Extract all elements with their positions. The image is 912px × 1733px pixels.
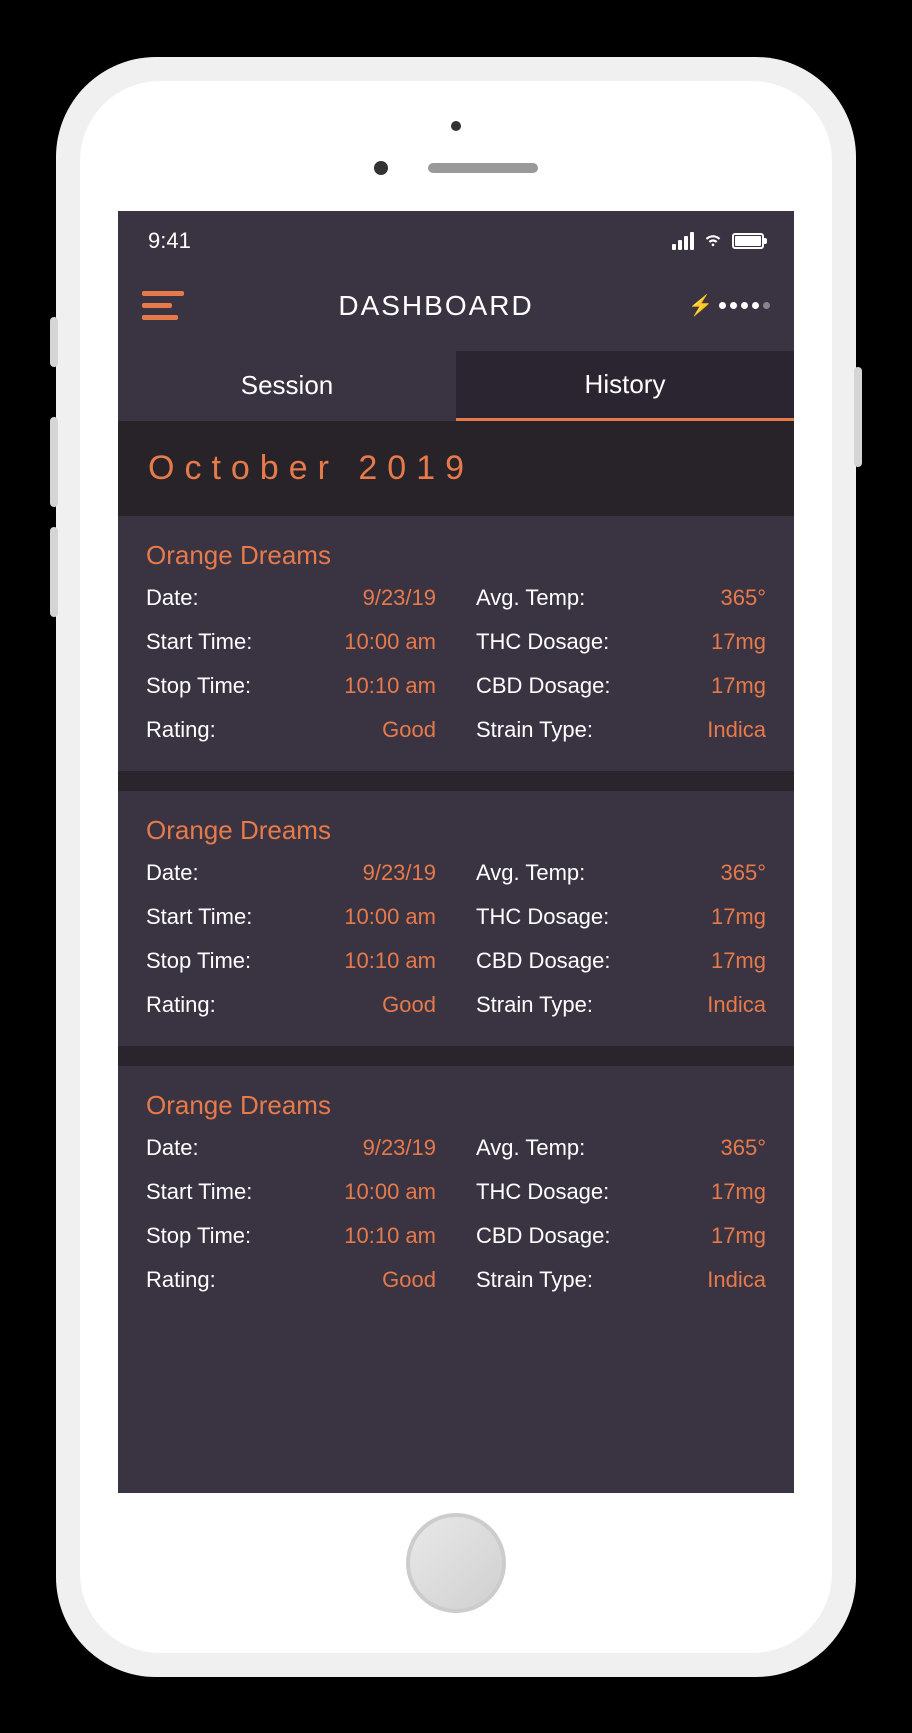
- speaker-row: [374, 161, 538, 175]
- avg-temp-value: 365°: [720, 1135, 766, 1161]
- front-camera-icon: [374, 161, 388, 175]
- camera-dot-icon: [451, 121, 461, 131]
- date-label: Date:: [146, 860, 199, 886]
- strain-type-label: Strain Type:: [476, 1267, 593, 1293]
- tab-history[interactable]: History: [456, 351, 794, 421]
- strain-type-label: Strain Type:: [476, 992, 593, 1018]
- wifi-icon: [702, 227, 724, 255]
- power-button: [854, 367, 862, 467]
- card-title: Orange Dreams: [146, 540, 766, 571]
- date-value: 9/23/19: [363, 860, 436, 886]
- strain-type-value: Indica: [707, 1267, 766, 1293]
- avg-temp-value: 365°: [720, 585, 766, 611]
- start-time-label: Start Time:: [146, 904, 252, 930]
- date-label: Date:: [146, 1135, 199, 1161]
- card-title: Orange Dreams: [146, 815, 766, 846]
- strain-type-label: Strain Type:: [476, 717, 593, 743]
- screen: 9:41 DASHBOARD: [118, 211, 794, 1493]
- battery-icon: [732, 233, 764, 249]
- volume-button: [50, 317, 58, 367]
- status-time: 9:41: [148, 228, 191, 254]
- strain-type-value: Indica: [707, 717, 766, 743]
- history-card[interactable]: Orange Dreams Date: 9/23/19 Start Time: 10…: [118, 1066, 794, 1321]
- stop-time-label: Stop Time:: [146, 948, 251, 974]
- volume-button: [50, 417, 58, 507]
- cbd-dosage-label: CBD Dosage:: [476, 1223, 611, 1249]
- history-card[interactable]: Orange Dreams Date: 9/23/19 Start Time: 10…: [118, 516, 794, 791]
- stop-time-label: Stop Time:: [146, 1223, 251, 1249]
- rating-value: Good: [382, 1267, 436, 1293]
- start-time-label: Start Time:: [146, 1179, 252, 1205]
- app-header: DASHBOARD ⚡: [118, 271, 794, 341]
- charge-indicator[interactable]: ⚡: [688, 293, 770, 318]
- cbd-dosage-value: 17mg: [711, 673, 766, 699]
- rating-value: Good: [382, 992, 436, 1018]
- charge-dots-icon: [719, 302, 770, 309]
- thc-dosage-value: 17mg: [711, 629, 766, 655]
- avg-temp-label: Avg. Temp:: [476, 1135, 585, 1161]
- history-cards: Orange Dreams Date: 9/23/19 Start Time: 10…: [118, 516, 794, 1341]
- speaker-icon: [428, 163, 538, 173]
- thc-dosage-label: THC Dosage:: [476, 629, 609, 655]
- month-header: October 2019: [118, 421, 794, 516]
- date-value: 9/23/19: [363, 1135, 436, 1161]
- volume-button: [50, 527, 58, 617]
- home-button[interactable]: [406, 1513, 506, 1613]
- cbd-dosage-label: CBD Dosage:: [476, 948, 611, 974]
- stop-time-label: Stop Time:: [146, 673, 251, 699]
- rating-label: Rating:: [146, 992, 216, 1018]
- phone-frame: 9:41 DASHBOARD: [56, 57, 856, 1677]
- thc-dosage-label: THC Dosage:: [476, 904, 609, 930]
- menu-icon[interactable]: [142, 291, 184, 320]
- tabs: Session History: [118, 351, 794, 421]
- start-time-label: Start Time:: [146, 629, 252, 655]
- signal-icon: [672, 232, 694, 250]
- start-time-value: 10:00 am: [344, 629, 436, 655]
- avg-temp-value: 365°: [720, 860, 766, 886]
- stop-time-value: 10:10 am: [344, 1223, 436, 1249]
- rating-label: Rating:: [146, 717, 216, 743]
- thc-dosage-value: 17mg: [711, 904, 766, 930]
- strain-type-value: Indica: [707, 992, 766, 1018]
- thc-dosage-value: 17mg: [711, 1179, 766, 1205]
- thc-dosage-label: THC Dosage:: [476, 1179, 609, 1205]
- cbd-dosage-value: 17mg: [711, 1223, 766, 1249]
- phone-inner: 9:41 DASHBOARD: [80, 81, 832, 1653]
- stop-time-value: 10:10 am: [344, 948, 436, 974]
- tab-session[interactable]: Session: [118, 351, 456, 421]
- rating-label: Rating:: [146, 1267, 216, 1293]
- start-time-value: 10:00 am: [344, 1179, 436, 1205]
- card-title: Orange Dreams: [146, 1090, 766, 1121]
- cbd-dosage-label: CBD Dosage:: [476, 673, 611, 699]
- avg-temp-label: Avg. Temp:: [476, 585, 585, 611]
- page-title: DASHBOARD: [338, 290, 533, 322]
- date-value: 9/23/19: [363, 585, 436, 611]
- start-time-value: 10:00 am: [344, 904, 436, 930]
- cbd-dosage-value: 17mg: [711, 948, 766, 974]
- avg-temp-label: Avg. Temp:: [476, 860, 585, 886]
- date-label: Date:: [146, 585, 199, 611]
- status-bar: 9:41: [118, 211, 794, 271]
- bolt-icon: ⚡: [688, 293, 713, 318]
- stop-time-value: 10:10 am: [344, 673, 436, 699]
- rating-value: Good: [382, 717, 436, 743]
- history-card[interactable]: Orange Dreams Date: 9/23/19 Start Time: 10…: [118, 791, 794, 1066]
- status-right: [672, 227, 764, 255]
